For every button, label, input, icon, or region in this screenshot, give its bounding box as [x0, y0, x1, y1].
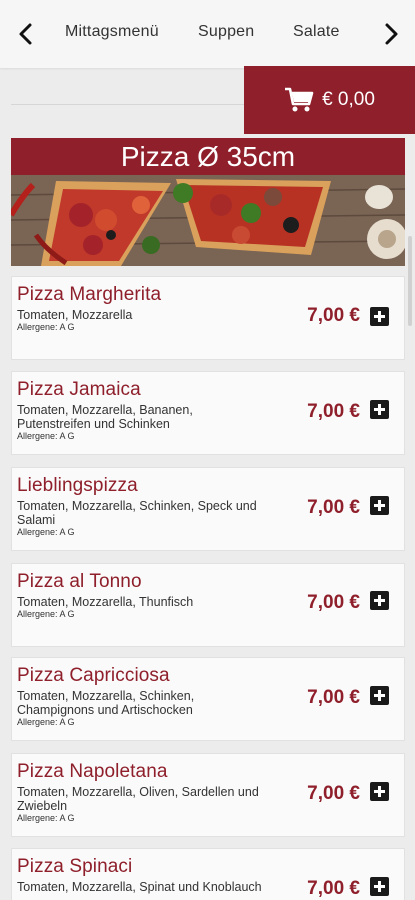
product-allergens: Allergene: A G [17, 431, 75, 441]
product-price: 7,00 € [307, 497, 360, 518]
product-description: Tomaten, Mozzarella, Thunfisch [17, 595, 194, 609]
add-to-cart-plus-icon[interactable] [370, 877, 389, 896]
product-name: Pizza Capricciosa [17, 665, 170, 686]
divider [11, 104, 244, 105]
product-name: Pizza Margherita [17, 284, 162, 305]
product-name: Pizza Spinaci [17, 856, 133, 877]
cart-total: € 0,00 [322, 89, 375, 110]
add-to-cart-plus-icon[interactable] [370, 686, 389, 705]
chevron-right-icon [385, 23, 398, 45]
product-card[interactable]: Pizza Napoletana Tomaten, Mozzarella, Ol… [11, 753, 405, 837]
add-to-cart-plus-icon[interactable] [370, 496, 389, 515]
nav-next-button[interactable] [377, 18, 407, 50]
product-description: Tomaten, Mozzarella, Schinken, Champigno… [17, 689, 195, 717]
nav-prev-button[interactable] [10, 18, 40, 50]
product-allergens: Allergene: A G [17, 813, 75, 823]
add-to-cart-plus-icon[interactable] [370, 307, 389, 326]
product-card[interactable]: Pizza al Tonno Tomaten, Mozzarella, Thun… [11, 563, 405, 647]
scrollbar[interactable] [408, 236, 412, 326]
product-name: Pizza Napoletana [17, 761, 168, 782]
category-nav: Mittagsmenü Suppen Salate [0, 0, 415, 68]
product-price: 7,00 € [307, 687, 360, 708]
product-description: Tomaten, Mozzarella, Oliven, Sardellen u… [17, 785, 259, 813]
chevron-left-icon [19, 23, 32, 45]
product-price: 7,00 € [307, 783, 360, 804]
product-name: Lieblingspizza [17, 475, 138, 496]
nav-item-mittagsmenu[interactable]: Mittagsmenü [65, 23, 159, 41]
add-to-cart-plus-icon[interactable] [370, 400, 389, 419]
product-price: 7,00 € [307, 592, 360, 613]
product-card[interactable]: Pizza Capricciosa Tomaten, Mozzarella, S… [11, 657, 405, 741]
category-banner-image [11, 175, 405, 266]
product-card[interactable]: Pizza Jamaica Tomaten, Mozzarella, Banan… [11, 371, 405, 455]
product-price: 7,00 € [307, 305, 360, 326]
product-name: Pizza Jamaica [17, 379, 141, 400]
product-description: Tomaten, Mozzarella, Schinken, Speck und… [17, 499, 257, 527]
product-allergens: Allergene: A G [17, 322, 75, 332]
product-card[interactable]: Pizza Spinaci Tomaten, Mozzarella, Spina… [11, 848, 405, 900]
product-description: Tomaten, Mozzarella, Bananen, Putenstrei… [17, 403, 193, 431]
nav-item-suppen[interactable]: Suppen [198, 23, 254, 41]
cart-button[interactable]: € 0,00 [244, 66, 415, 134]
category-title: Pizza Ø 35cm [11, 138, 405, 175]
product-card[interactable]: Lieblingspizza Tomaten, Mozzarella, Schi… [11, 467, 405, 551]
product-name: Pizza al Tonno [17, 571, 142, 592]
product-price: 7,00 € [307, 878, 360, 899]
add-to-cart-plus-icon[interactable] [370, 591, 389, 610]
product-allergens: Allergene: A G [17, 527, 75, 537]
add-to-cart-plus-icon[interactable] [370, 782, 389, 801]
product-description: Tomaten, Mozzarella, Spinat und Knoblauc… [17, 880, 262, 894]
product-card[interactable]: Pizza Margherita Tomaten, Mozzarella All… [11, 276, 405, 360]
product-price: 7,00 € [307, 401, 360, 422]
product-allergens: Allergene: A G [17, 609, 75, 619]
shopping-cart-icon [285, 87, 314, 112]
nav-item-salate[interactable]: Salate [293, 23, 340, 41]
product-description: Tomaten, Mozzarella [17, 308, 133, 322]
product-allergens: Allergene: A G [17, 717, 75, 727]
